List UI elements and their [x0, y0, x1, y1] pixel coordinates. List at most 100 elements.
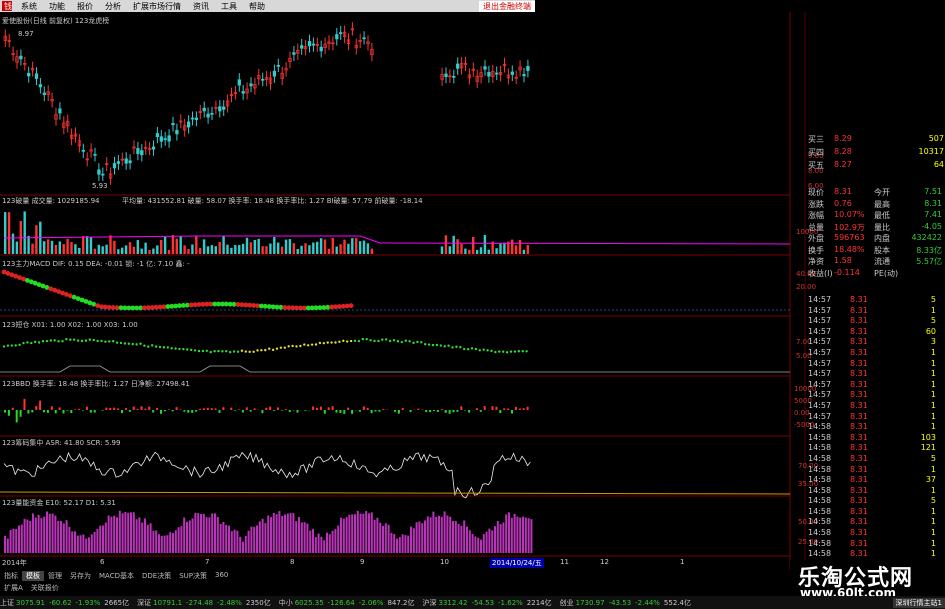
trend-dot	[525, 350, 528, 353]
fund-bar	[233, 529, 236, 553]
fund-bar	[191, 518, 194, 553]
index-quote[interactable]: 沪深 3312.42 -54.53 -1.62% 2214亿	[423, 598, 552, 608]
fund-bar	[32, 513, 34, 553]
trend-dot	[96, 339, 99, 343]
index-name: 沪深	[422, 598, 437, 607]
fund-bar	[359, 513, 362, 553]
candle-body	[159, 136, 163, 142]
volume-bar	[27, 235, 30, 254]
index-value: 6025.35	[294, 598, 324, 607]
tab-macd[interactable]: MACD基本	[95, 571, 138, 581]
fund-bar	[222, 521, 225, 553]
candle-body	[483, 66, 487, 70]
fund-bar	[337, 525, 340, 553]
trend-dot	[22, 341, 25, 345]
tab-template[interactable]: 模板	[22, 571, 44, 581]
fund-bar	[312, 528, 314, 553]
bbd-bar	[199, 408, 201, 410]
tick-time: 14:58	[808, 496, 832, 506]
fund-bar	[404, 535, 407, 553]
volume-bar	[355, 238, 358, 254]
trend-dot	[104, 340, 107, 343]
index-quote[interactable]: 深证 10791.1 -274.48 -2.48% 2350亿	[137, 598, 271, 608]
volume-bar	[11, 233, 15, 254]
trend-dot	[455, 345, 458, 348]
trend-dot	[119, 341, 123, 345]
stat-value: 8.31	[834, 187, 852, 196]
bbd-bar	[148, 406, 151, 410]
bbd-bar	[522, 408, 525, 410]
candle-body	[307, 41, 312, 47]
fund-bar	[90, 534, 93, 553]
bbd-bar	[417, 408, 420, 410]
tick-row: 14:57 8.31 1S	[808, 401, 945, 412]
tick-list[interactable]: 14:578.315S14:578.311S14:578.315S14:578.…	[808, 295, 945, 592]
bbd-bar	[156, 407, 159, 410]
volume-bar	[4, 212, 7, 254]
tab-save-as[interactable]: 另存为	[66, 571, 95, 581]
fund-bar	[519, 517, 522, 553]
trend-dot	[162, 346, 166, 349]
tick-time: 14:57	[808, 390, 832, 400]
tick-volume: 5	[930, 295, 936, 304]
tick-row: 14:57 8.31 1S	[808, 359, 945, 370]
bbd-bar	[331, 406, 334, 410]
fund-bar	[351, 514, 354, 553]
index-quote[interactable]: 上证 3075.91 -60.62 -1.93% 2665亿	[0, 598, 129, 608]
trend-dot	[174, 347, 177, 350]
fund-bar	[289, 513, 292, 553]
fund-bar	[275, 514, 278, 553]
tick-row: 14:58 8.31 5S	[808, 496, 945, 507]
tab-indicator[interactable]: 指标	[0, 571, 22, 581]
fund-bar	[426, 516, 429, 553]
volume-bar	[234, 245, 237, 254]
tick-row: 14:58 8.31 1S	[808, 549, 945, 560]
tab-ext-a[interactable]: 扩展A	[0, 583, 27, 593]
tab-dde[interactable]: DDE决策	[138, 571, 175, 581]
stat-value: 5.57亿	[916, 257, 942, 266]
tick-volume: 3	[930, 337, 936, 347]
tab-sup[interactable]: SUP决策	[175, 571, 211, 581]
fund-bar	[407, 535, 410, 553]
fund-bar	[368, 513, 370, 553]
tab-360[interactable]: 360	[211, 571, 232, 581]
trend-dot	[61, 340, 64, 343]
candle-body	[444, 73, 448, 77]
volume-bar	[163, 236, 167, 254]
volume-bar	[351, 238, 354, 254]
bbd-bar	[503, 408, 506, 410]
candle-body	[81, 149, 85, 152]
trend-dot	[271, 348, 275, 352]
fund-bar	[214, 513, 216, 553]
bbd-bar	[382, 409, 385, 410]
trend-dot	[287, 345, 290, 348]
bbd-bar	[335, 410, 338, 413]
quote-stat-row: 总量 102.9万 量比 -4.05	[808, 222, 942, 233]
bbd-bar	[58, 407, 61, 410]
server-status[interactable]: 深圳行情主站1	[892, 597, 945, 608]
index-quote[interactable]: 中小 6025.35 -126.64 -2.06% 847.2亿	[279, 598, 415, 608]
fund-bar	[88, 537, 90, 553]
fund-bar	[309, 530, 312, 553]
volume-bar	[195, 235, 198, 254]
fund-bar	[188, 520, 191, 553]
fund-bar	[264, 523, 267, 553]
low-price-label: 5.93	[92, 182, 108, 190]
bbd-bar	[394, 410, 396, 412]
tick-time: 14:58	[808, 475, 832, 485]
trend-dot	[291, 344, 294, 348]
volume-bar	[140, 248, 143, 254]
tab-manage[interactable]: 管理	[44, 571, 66, 581]
tick-time: 14:58	[808, 422, 832, 432]
trend-dot	[486, 349, 489, 352]
tab-related-quote[interactable]: 关联报价	[27, 583, 63, 593]
candle-body	[311, 43, 316, 46]
trend-dot	[260, 349, 263, 352]
index-quote[interactable]: 创业 1730.97 -43.53 -2.44% 552.4亿	[560, 598, 691, 608]
bbd-bar	[351, 410, 354, 414]
tick-side: S	[940, 486, 945, 497]
volume-bar	[483, 235, 487, 254]
volume-bar	[366, 243, 370, 254]
bbd-bar	[495, 406, 498, 410]
trend-dot	[178, 347, 181, 351]
